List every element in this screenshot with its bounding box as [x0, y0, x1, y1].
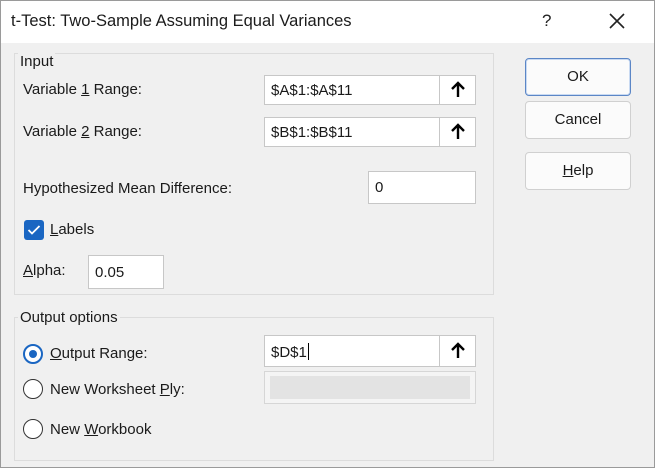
alpha-label: Alpha: [23, 262, 66, 279]
title-bar: t-Test: Two-Sample Assuming Equal Varian… [1, 1, 654, 43]
ok-button[interactable]: OK [525, 58, 631, 96]
hypothesized-mean-difference-input[interactable]: 0 [368, 171, 476, 204]
input-group-label: Input [18, 53, 56, 70]
dialog-title: t-Test: Two-Sample Assuming Equal Varian… [11, 12, 352, 30]
variable-2-range-value: $B$1:$B$11 [271, 124, 353, 141]
ttest-dialog: t-Test: Two-Sample Assuming Equal Varian… [0, 0, 655, 468]
collapse-arrow-icon [450, 342, 465, 358]
alpha-input[interactable]: 0.05 [88, 255, 164, 289]
cancel-button[interactable]: Cancel [525, 101, 631, 139]
output-options-group-label: Output options [18, 309, 120, 326]
new-worksheet-ply-input [264, 371, 476, 404]
variable-2-range-ref-button[interactable] [439, 118, 475, 146]
output-range-input[interactable]: $D$1 [264, 335, 476, 367]
collapse-arrow-icon [450, 123, 465, 139]
new-worksheet-ply-disabled-fill [270, 376, 470, 399]
variable-2-range-label: Variable 2 Range: [23, 123, 142, 140]
collapse-arrow-icon [450, 81, 465, 97]
alpha-value: 0.05 [95, 264, 125, 281]
new-workbook-radio[interactable] [23, 419, 43, 439]
output-range-ref-button[interactable] [439, 336, 475, 366]
new-worksheet-ply-radio[interactable] [23, 379, 43, 399]
variable-1-range-input[interactable]: $A$1:$A$11 [264, 75, 476, 105]
output-range-radio[interactable] [23, 344, 43, 364]
variable-1-range-value: $A$1:$A$11 [271, 82, 353, 99]
help-question-icon[interactable]: ? [542, 11, 551, 31]
text-cursor [307, 343, 309, 360]
close-icon[interactable] [605, 9, 629, 33]
output-range-label[interactable]: Output Range: [50, 345, 148, 362]
dialog-body: Input Variable 1 Range: $A$1:$A$11 Varia… [1, 43, 654, 467]
new-worksheet-ply-label[interactable]: New Worksheet Ply: [50, 381, 185, 398]
variable-1-range-label: Variable 1 Range: [23, 81, 142, 98]
hypothesized-mean-difference-label: Hypothesized Mean Difference: [23, 180, 233, 197]
variable-2-range-input[interactable]: $B$1:$B$11 [264, 117, 476, 147]
hypothesized-mean-difference-value: 0 [375, 179, 384, 196]
labels-checkbox-label[interactable]: Labels [50, 221, 94, 238]
new-workbook-label[interactable]: New Workbook [50, 421, 151, 438]
help-button[interactable]: Help [525, 152, 631, 190]
checkmark-icon [27, 225, 41, 235]
labels-checkbox[interactable] [24, 220, 44, 240]
variable-1-range-ref-button[interactable] [439, 76, 475, 104]
output-range-value: $D$1 [271, 344, 307, 361]
